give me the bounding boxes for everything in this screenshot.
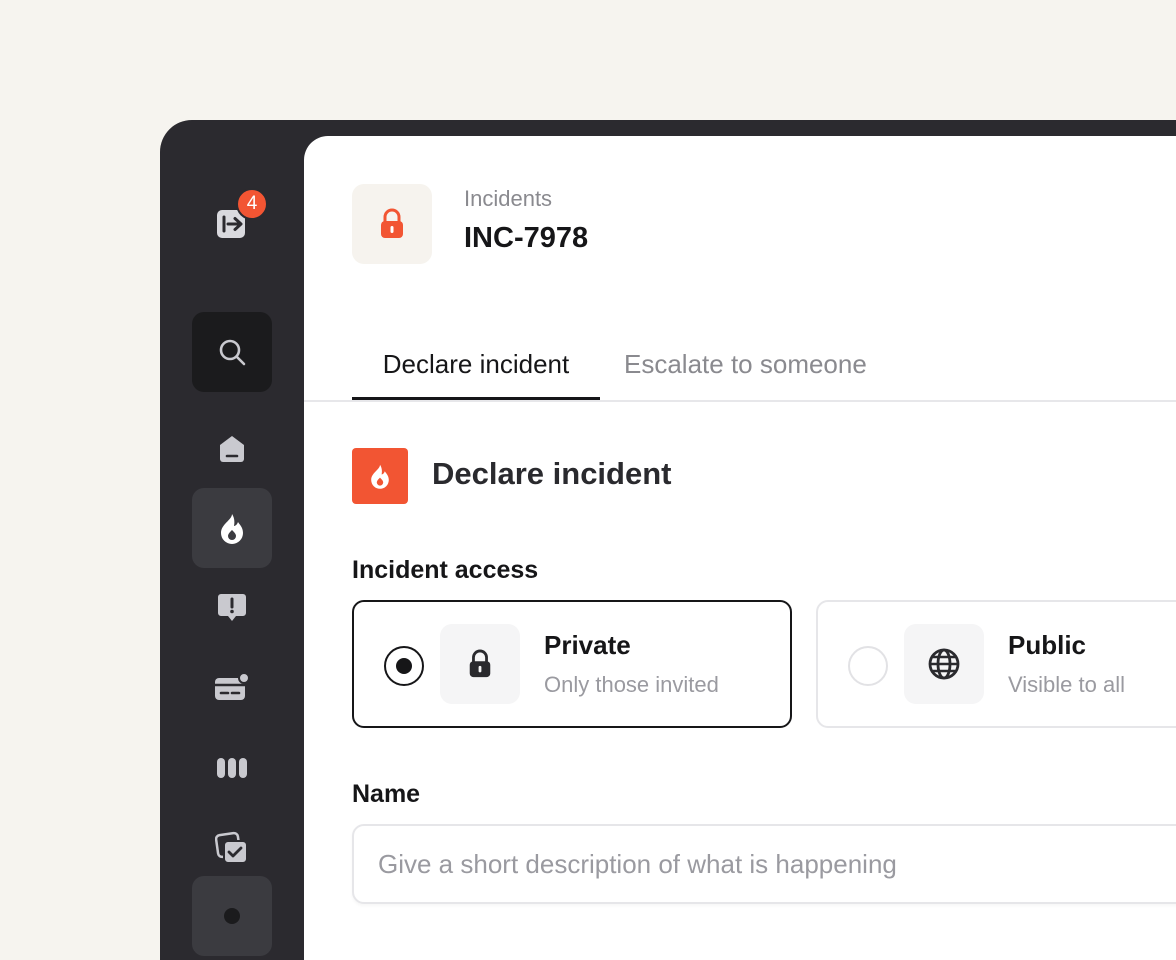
lock-icon: [469, 649, 491, 678]
sidebar-item-alerts[interactable]: [192, 568, 272, 648]
sidebar: 4: [160, 120, 304, 960]
home-icon: [220, 436, 244, 462]
public-radio[interactable]: [848, 646, 888, 686]
private-subtitle: Only those invited: [544, 672, 719, 697]
app-window: 4 Incidents INC-7978 Declare incident Es…: [160, 120, 1176, 960]
dot-icon: [224, 908, 240, 924]
incident-panel: Incidents INC-7978 Declare incident Esca…: [304, 136, 1176, 960]
public-icon-tile: [904, 624, 984, 704]
sidebar-item-status-pages[interactable]: [192, 648, 272, 728]
breadcrumb[interactable]: Incidents: [464, 186, 552, 212]
incident-access-label: Incident access: [352, 556, 539, 584]
tab-bar: Declare incident Escalate to someone: [304, 344, 1176, 402]
private-title: Private: [544, 630, 631, 660]
tab-declare-incident[interactable]: Declare incident: [352, 344, 600, 400]
private-radio[interactable]: [384, 646, 424, 686]
alert-message-icon: [218, 594, 246, 621]
columns-icon: [217, 758, 247, 778]
header-icon-tile: [352, 184, 432, 264]
sidebar-item-workflows[interactable]: [192, 728, 272, 808]
section-icon-tile: [352, 448, 408, 504]
tab-escalate[interactable]: Escalate to someone: [624, 344, 867, 400]
access-option-public[interactable]: Public Visible to all: [816, 600, 1176, 728]
flame-icon: [371, 464, 389, 489]
sidebar-item-home[interactable]: [192, 408, 272, 488]
notification-badge: 4: [236, 188, 268, 220]
name-label: Name: [352, 780, 421, 808]
lock-icon: [381, 208, 403, 238]
sidebar-item-more[interactable]: [192, 876, 272, 956]
status-page-icon: [215, 672, 250, 700]
flame-icon: [221, 514, 243, 544]
name-input[interactable]: [352, 824, 1176, 904]
access-option-private[interactable]: Private Only those invited: [352, 600, 792, 728]
search-button[interactable]: [192, 312, 272, 392]
page-title: INC-7978: [464, 222, 589, 254]
search-icon: [219, 339, 246, 366]
public-subtitle: Visible to all: [1008, 672, 1125, 697]
public-title: Public: [1008, 630, 1087, 660]
private-icon-tile: [440, 624, 520, 704]
globe-icon: [928, 648, 960, 680]
section-title: Declare incident: [432, 456, 672, 491]
sidebar-item-incidents[interactable]: [192, 488, 272, 568]
checklist-icon: [215, 831, 248, 864]
